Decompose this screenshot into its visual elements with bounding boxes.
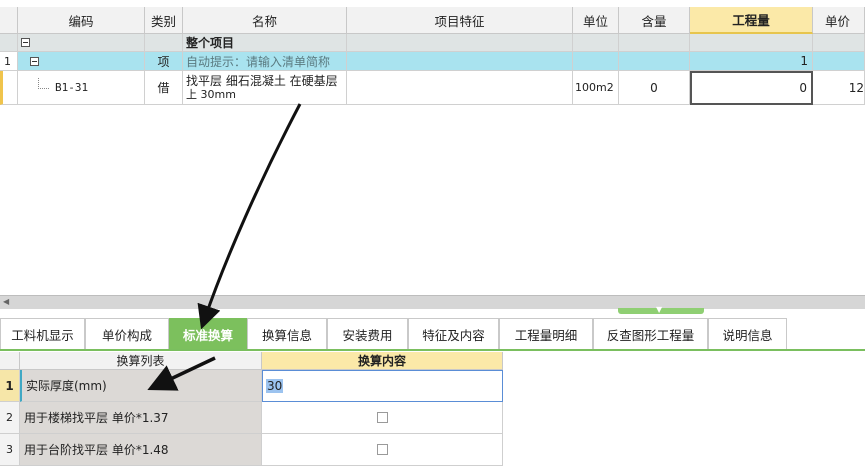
detail-tabs: 工料机显示 单价构成 标准换算 换算信息 安装费用 特征及内容 工程量明细 反查… [0,316,865,351]
tab-install-fee[interactable]: 安装费用 [327,318,408,349]
horizontal-scrollbar[interactable]: ◀ [0,295,865,309]
conversion-label: 用于楼梯找平层 单价*1.37 [20,402,262,434]
tab-conversion-info[interactable]: 换算信息 [247,318,327,349]
column-header-conversion-content[interactable]: 换算内容 [262,352,503,370]
item-category[interactable]: 项 [145,52,183,71]
step-checkbox[interactable] [376,444,388,455]
item-quantity[interactable]: 1 [690,52,813,71]
tree-line-icon [38,78,49,89]
tab-reverse-graphic-quantity[interactable]: 反查图形工程量 [593,318,708,349]
column-header-feature[interactable]: 项目特征 [347,7,573,34]
column-header-category[interactable]: 类别 [145,7,183,34]
sub-price[interactable]: 12 [813,71,865,105]
sub-name[interactable]: 找平层 细石混凝土 在硬基层 上 30mm [183,71,347,105]
conversion-label: 实际厚度(mm) [20,370,262,402]
sub-unit[interactable]: 100m2 [573,71,619,105]
thickness-input[interactable]: 30 [262,370,503,402]
sub-feature[interactable] [347,71,573,105]
grid-corner [0,352,20,370]
panel-splitter-handle[interactable]: ▼ [618,305,704,314]
scroll-left-icon[interactable]: ◀ [3,297,9,306]
tab-description[interactable]: 说明信息 [708,318,787,349]
sub-name-line2: 上 30mm [186,87,236,101]
tab-feature-content[interactable]: 特征及内容 [408,318,499,349]
quota-grid: 编码 类别 名称 项目特征 单位 含量 工程量 单价 整个项目 1 项 自动提示… [0,0,865,295]
sub-category[interactable]: 借 [145,71,183,105]
column-header-code[interactable]: 编码 [18,7,145,34]
column-header-conversion-list[interactable]: 换算列表 [20,352,262,370]
column-header-unit[interactable]: 单位 [573,7,619,34]
tab-quantity-detail[interactable]: 工程量明细 [499,318,593,349]
thickness-value: 30 [266,379,284,393]
row-number [0,34,18,52]
column-header-name[interactable]: 名称 [183,7,347,34]
row-number: 3 [0,434,20,466]
grid-corner [0,7,18,34]
sub-code[interactable]: B1-31 [55,81,88,94]
sub-name-line1: 找平层 细石混凝土 在硬基层 [186,73,338,88]
root-name[interactable]: 整个项目 [183,34,347,52]
column-header-content[interactable]: 含量 [619,7,690,34]
row-number: 1 [0,370,20,402]
sub-content[interactable]: 0 [619,71,690,105]
row-number [0,71,18,105]
sub-quantity-input[interactable]: 0 [690,71,813,105]
row-number: 2 [0,402,20,434]
column-header-price[interactable]: 单价 [813,7,865,34]
collapse-icon[interactable] [21,38,30,47]
stair-checkbox[interactable] [376,412,388,423]
conversion-label: 用于台阶找平层 单价*1.48 [20,434,262,466]
chevron-down-icon: ▼ [656,305,663,314]
tab-standard-conversion[interactable]: 标准换算 [169,318,247,349]
tab-labor-material[interactable]: 工料机显示 [0,318,85,349]
collapse-icon[interactable] [30,56,39,66]
item-name-hint[interactable]: 自动提示：请输入清单简称 [183,52,347,71]
column-header-quantity[interactable]: 工程量 [690,7,813,34]
tab-unit-price[interactable]: 单价构成 [85,318,169,349]
row-number: 1 [0,52,18,71]
